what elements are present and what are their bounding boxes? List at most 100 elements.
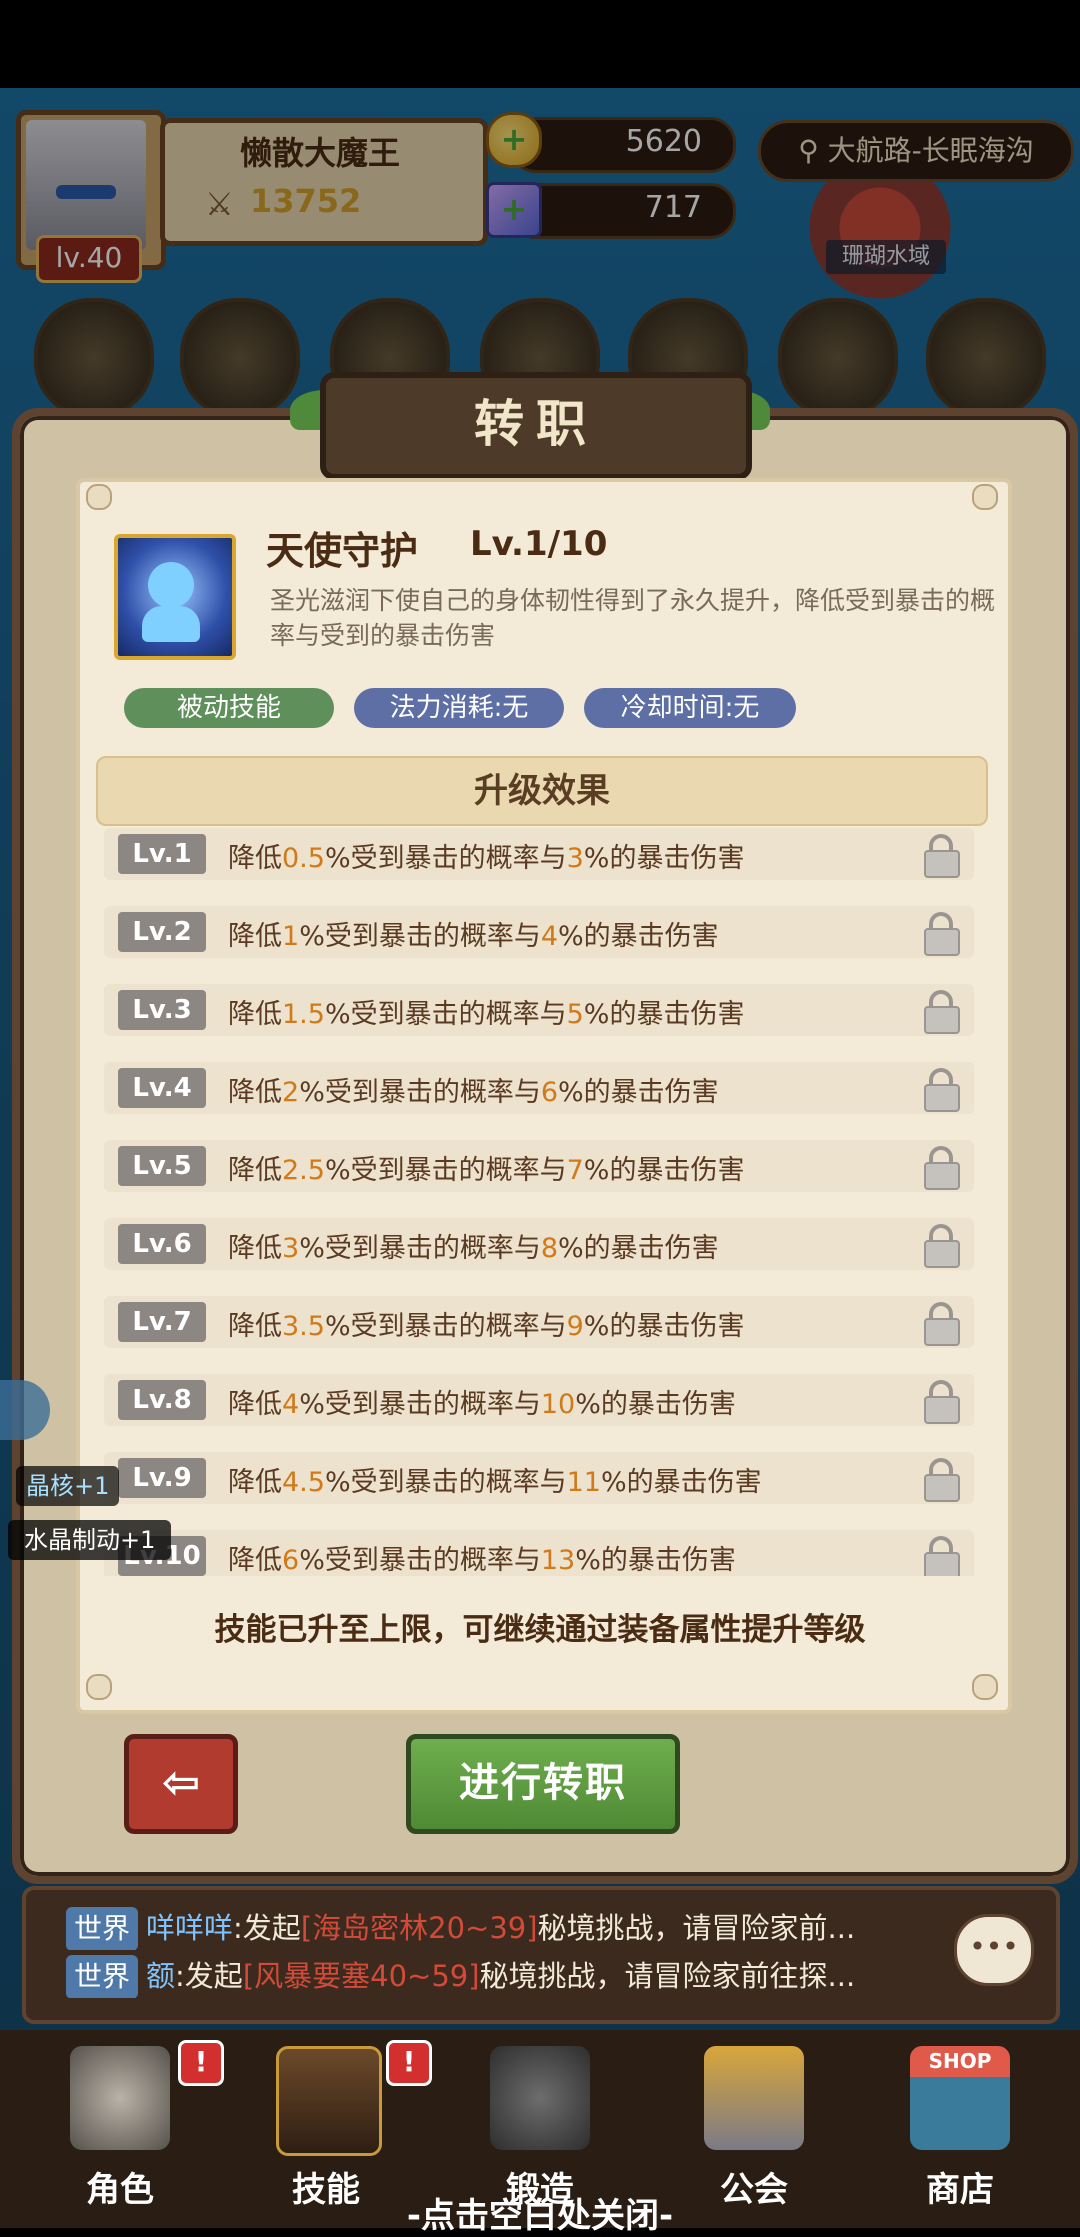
level-badge: Lv.5 [118,1146,206,1186]
upgrade-levels-list[interactable]: Lv.1 降低0.5%受到暴击的概率与3%的暴击伤害 Lv.2 降低1%受到暴击的概率… [100,828,980,1576]
effect-prefix: 降低 [228,921,282,952]
chat-text: :发起 [233,1911,301,1945]
effect-prefix: 降低 [228,1077,282,1108]
dialog-title: 转职 [320,372,752,480]
chat-bubble-icon[interactable]: ••• [954,1914,1034,1986]
lock-icon [922,1302,960,1346]
lock-body [924,1552,960,1576]
crit-chance-reduction: 6 [282,1545,300,1576]
chat-message[interactable]: 世界 额:发起[风暴要塞40~59]秘境挑战，请冒险家前往探... [66,1954,966,1998]
upgrade-level-row: Lv.10降低6%受到暴击的概率与13%的暴击伤害 [104,1530,974,1576]
effect-suffix: %的暴击伤害 [575,1545,736,1576]
crit-chance-reduction: 0.5 [282,843,325,874]
upgrade-level-row: Lv.9 降低4.5%受到暴击的概率与11%的暴击伤害 [104,1452,974,1504]
alert-badge: ! [386,2040,432,2086]
effect-prefix: 降低 [228,1233,282,1264]
guild-castle-icon [704,2046,804,2150]
level-effect-text: 降低4%受到暴击的概率与10%的暴击伤害 [228,1382,736,1421]
upgrade-level-row: Lv.5 降低2.5%受到暴击的概率与7%的暴击伤害 [104,1140,974,1192]
effect-middle: %受到暴击的概率与 [299,1077,541,1108]
cooldown-tag: 冷却时间:无 [584,688,796,728]
rivet [972,484,998,510]
rivet [86,484,112,510]
crit-damage-reduction: 5 [566,999,584,1030]
upgrade-level-row: Lv.1 降低0.5%受到暴击的概率与3%的暴击伤害 [104,828,974,880]
upgrade-level-row: Lv.2 降低1%受到暴击的概率与4%的暴击伤害 [104,906,974,958]
crit-chance-reduction: 1 [282,921,300,952]
effect-suffix: %的暴击伤害 [600,1467,762,1498]
lock-icon [922,1224,960,1268]
crit-chance-reduction: 3 [282,1233,300,1264]
chat-text: 秘境挑战，请冒险家前往探... [479,1959,856,1993]
change-job-button[interactable]: 进行转职 [406,1734,680,1834]
effect-suffix: %的暴击伤害 [558,921,719,952]
crit-damage-reduction: 6 [540,1077,559,1108]
crit-damage-reduction: 9 [566,1311,584,1342]
shop-sign: SHOP [928,2049,992,2073]
effect-middle: %受到暴击的概率与 [324,1311,567,1342]
crit-damage-reduction: 8 [540,1233,559,1264]
max-level-message: 技能已升至上限，可继续通过装备属性提升等级 [214,1612,866,1648]
anvil-icon [490,2046,590,2150]
back-arrow-icon: ⇦ [161,1755,201,1809]
chat-text: 秘境挑战，请冒险家前... [537,1911,856,1945]
upgrade-level-row: Lv.4 降低2%受到暴击的概率与6%的暴击伤害 [104,1062,974,1114]
level-effect-text: 降低6%受到暴击的概率与13%的暴击伤害 [228,1538,736,1576]
status-bar [0,0,1080,88]
effect-prefix: 降低 [228,843,282,874]
level-badge: Lv.9 [118,1458,206,1498]
lock-icon [922,1536,960,1576]
skill-name: 天使守护 [266,529,419,573]
effect-middle: %受到暴击的概率与 [324,999,567,1030]
level-badge: Lv.2 [118,912,206,952]
alert-badge: ! [178,2040,224,2086]
chat-channel: 世界 [66,1907,139,1950]
effect-suffix: %的暴击伤害 [583,999,745,1030]
crit-damage-reduction: 4 [540,921,559,952]
reward-toast: 晶核+1 [16,1466,120,1506]
lock-icon [922,834,960,878]
effect-suffix: %的暴击伤害 [575,1389,736,1420]
effect-suffix: %的暴击伤害 [558,1233,719,1264]
skill-description: 圣光滋润下使自己的身体韧性得到了永久提升，降低受到暴击的概率与受到的暴击伤害 [270,586,996,650]
lock-body [924,1240,960,1268]
crit-chance-reduction: 2 [282,1077,300,1108]
chat-dungeon-link[interactable]: [风暴要塞40~59] [243,1959,480,1993]
chat-dungeon-link[interactable]: [海岛密林20~39] [301,1911,538,1945]
effect-suffix: %的暴击伤害 [583,843,745,874]
lock-body [924,1396,960,1424]
effect-suffix: %的暴击伤害 [583,1155,745,1186]
crit-damage-reduction: 7 [566,1155,584,1186]
chat-message[interactable]: 世界 咩咩咩:发起[海岛密林20~39]秘境挑战，请冒险家前... [66,1906,966,1950]
back-button[interactable]: ⇦ [124,1734,238,1834]
crit-damage-reduction: 11 [566,1467,601,1498]
skill-book-icon [276,2046,382,2156]
effect-middle: %受到暴击的概率与 [299,1233,541,1264]
close-hint[interactable]: -点击空白处关闭- [0,2188,1080,2237]
crit-chance-reduction: 4.5 [282,1467,325,1498]
angel-figure-body [142,606,200,642]
upgrade-level-row: Lv.8 降低4%受到暴击的概率与10%的暴击伤害 [104,1374,974,1426]
crit-damage-reduction: 13 [540,1545,576,1576]
effect-prefix: 降低 [228,1155,282,1186]
level-effect-text: 降低4.5%受到暴击的概率与11%的暴击伤害 [228,1460,762,1499]
effect-middle: %受到暴击的概率与 [324,1467,567,1498]
upgrade-level-row: Lv.6 降低3%受到暴击的概率与8%的暴击伤害 [104,1218,974,1270]
lock-icon [922,1458,960,1502]
level-badge: Lv.7 [118,1302,206,1342]
effect-prefix: 降低 [228,1389,282,1420]
crit-damage-reduction: 3 [566,843,584,874]
chat-username[interactable]: 咩咩咩 [146,1911,233,1945]
level-effect-text: 降低2.5%受到暴击的概率与7%的暴击伤害 [228,1148,744,1187]
level-effect-text: 降低1%受到暴击的概率与4%的暴击伤害 [228,914,719,953]
level-badge: Lv.1 [118,834,206,874]
effect-middle: %受到暴击的概率与 [299,1389,541,1420]
lock-icon [922,1146,960,1190]
effect-suffix: %的暴击伤害 [558,1077,719,1108]
chat-username[interactable]: 额 [146,1959,175,1993]
level-badge: Lv.6 [118,1224,206,1264]
lock-icon [922,990,960,1034]
passive-skill-tag: 被动技能 [124,688,334,728]
lock-body [924,1474,960,1502]
skill-level: Lv.1/10 [470,524,608,564]
